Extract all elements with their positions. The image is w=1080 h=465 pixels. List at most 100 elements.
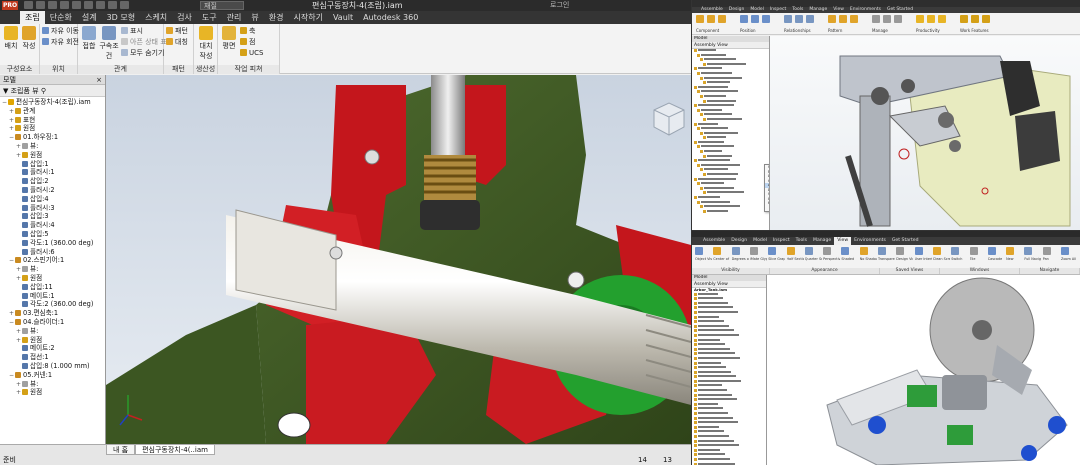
browser-node[interactable]: 각도:2 (360.00 deg) bbox=[0, 300, 105, 309]
browser-view-mode[interactable]: Assembly View bbox=[692, 42, 769, 49]
select-icon[interactable] bbox=[120, 1, 129, 9]
bom-button[interactable]: 대치 작성 bbox=[196, 26, 216, 61]
tab-manage[interactable]: Manage bbox=[810, 237, 834, 245]
tool-icon[interactable] bbox=[762, 15, 770, 23]
undo-icon[interactable] bbox=[60, 1, 69, 9]
browser-node[interactable]: 플러시:4 bbox=[0, 221, 105, 230]
home-icon[interactable] bbox=[84, 1, 93, 9]
redo-icon[interactable] bbox=[72, 1, 81, 9]
no-shadows-icon[interactable] bbox=[859, 247, 868, 255]
tab-10[interactable]: 시작하기 bbox=[288, 11, 327, 24]
joint-button[interactable]: 접합 bbox=[79, 26, 99, 51]
document-tab-1[interactable]: 편심구동장치-4(..iam bbox=[135, 445, 215, 455]
browser-view-mode[interactable]: ▼ 조립품 뷰 ⚲ bbox=[0, 85, 105, 97]
browser-node[interactable]: −04.슬라이더:1 bbox=[0, 318, 105, 327]
open-icon[interactable] bbox=[36, 1, 45, 9]
degrees-of-freedom-icon[interactable] bbox=[731, 247, 740, 255]
transparency-on-icon[interactable] bbox=[878, 247, 886, 255]
browser-node[interactable]: 삽입:5 bbox=[0, 230, 105, 239]
mirror-button[interactable]: 대칭 bbox=[166, 38, 188, 47]
browser-node[interactable]: + 표현 bbox=[0, 116, 105, 125]
search-icon[interactable]: ⚲ bbox=[41, 87, 46, 95]
constrain-button[interactable]: 구속조건 bbox=[99, 26, 119, 61]
tool-icon[interactable] bbox=[718, 15, 726, 23]
tool-icon[interactable] bbox=[982, 15, 990, 23]
tool-icon[interactable] bbox=[751, 15, 759, 23]
tab-0[interactable]: 조립 bbox=[20, 11, 45, 24]
login-button[interactable]: 로그인 bbox=[550, 0, 569, 11]
zoom-all-icon[interactable] bbox=[1061, 247, 1069, 255]
tab-environments[interactable]: Environments bbox=[851, 237, 889, 245]
tab-model[interactable]: Model bbox=[750, 237, 770, 245]
browser-node[interactable]: 각도:1 (360.00 deg) bbox=[0, 239, 105, 248]
center-of-gravity-icon[interactable] bbox=[713, 247, 722, 255]
save-icon[interactable] bbox=[48, 1, 57, 9]
browser-node[interactable]: −05.커넨:1 bbox=[0, 371, 105, 380]
free-move-button[interactable]: 자유 이동 bbox=[42, 27, 79, 36]
slice-graphics-icon[interactable] bbox=[768, 247, 777, 255]
tab-design[interactable]: Design bbox=[728, 237, 750, 245]
axis-button[interactable]: 축 bbox=[240, 27, 255, 36]
material-dropdown[interactable]: 재질 bbox=[200, 1, 244, 10]
close-icon[interactable]: × bbox=[96, 75, 102, 85]
graphics-viewport[interactable] bbox=[106, 75, 691, 444]
tool-icon[interactable] bbox=[872, 15, 880, 23]
hide-all-button[interactable]: 모두 숨기기 bbox=[121, 49, 164, 58]
browser-node[interactable]: 삽입:11 bbox=[0, 283, 105, 292]
tool-icon[interactable] bbox=[839, 15, 847, 23]
browser-node[interactable]: + 뷰: bbox=[0, 265, 105, 274]
place-button[interactable]: 배치 bbox=[1, 26, 21, 51]
tool-icon[interactable] bbox=[894, 15, 902, 23]
browser-node[interactable]: 삽입:2 bbox=[0, 177, 105, 186]
pattern-button[interactable]: 패턴 bbox=[166, 27, 188, 36]
tool-icon[interactable] bbox=[707, 15, 715, 23]
tab-8[interactable]: 뷰 bbox=[246, 11, 263, 24]
point-button[interactable]: 점 bbox=[240, 38, 255, 47]
tab-view[interactable]: View bbox=[834, 237, 852, 245]
browser-node[interactable]: 플러시:3 bbox=[0, 204, 105, 213]
browser-node[interactable]: + 뷰: bbox=[0, 142, 105, 151]
cascade-icon[interactable] bbox=[987, 247, 996, 255]
tool-icon[interactable] bbox=[806, 15, 814, 23]
browser-node[interactable]: −01.하우징:1 bbox=[0, 133, 105, 142]
tool-icon[interactable] bbox=[784, 15, 792, 23]
tab-inspect[interactable]: Inspect bbox=[770, 237, 793, 245]
new-icon[interactable] bbox=[24, 1, 33, 9]
pan-icon[interactable] bbox=[1042, 247, 1051, 255]
browser-node[interactable]: 메이트:2 bbox=[0, 344, 105, 353]
browser-node[interactable]: + 뷰: bbox=[0, 380, 105, 389]
design-view-representations-icon[interactable] bbox=[896, 247, 905, 255]
full-navigation-wheel-icon[interactable] bbox=[1024, 247, 1033, 255]
tool-icon[interactable] bbox=[938, 15, 946, 23]
browser-node[interactable]: + 원점 bbox=[0, 274, 105, 283]
quarter-section-view-icon[interactable] bbox=[804, 247, 813, 255]
tab-5[interactable]: 검사 bbox=[172, 11, 197, 24]
update-icon[interactable] bbox=[108, 1, 117, 9]
shaded-icon[interactable] bbox=[841, 247, 850, 255]
tab-assemble[interactable]: Assemble bbox=[700, 237, 728, 245]
tab-get-started[interactable]: Get Started bbox=[889, 237, 922, 245]
browser-node[interactable]: 플러시:1 bbox=[0, 168, 105, 177]
view-cube[interactable] bbox=[653, 102, 685, 136]
plane-button[interactable]: 평면 bbox=[219, 26, 239, 51]
tool-icon[interactable] bbox=[828, 15, 836, 23]
graphics-viewport[interactable] bbox=[770, 36, 1080, 230]
tool-icon[interactable] bbox=[696, 15, 704, 23]
browser-node[interactable]: 삽입:4 bbox=[0, 195, 105, 204]
perspective-icon[interactable] bbox=[823, 247, 832, 255]
tab-11[interactable]: Vault bbox=[328, 11, 358, 24]
free-rotate-button[interactable]: 자유 회전 bbox=[42, 38, 79, 47]
browser-node[interactable]: + 원점 bbox=[0, 124, 105, 133]
browser-node[interactable]: 플러시:2 bbox=[0, 186, 105, 195]
browser-node[interactable]: + 원점 bbox=[0, 151, 105, 160]
tool-icon[interactable] bbox=[795, 15, 803, 23]
return-icon[interactable] bbox=[96, 1, 105, 9]
tab-4[interactable]: 스케치 bbox=[140, 11, 172, 24]
tool-icon[interactable] bbox=[740, 15, 748, 23]
tool-icon[interactable] bbox=[960, 15, 968, 23]
filter-icon[interactable]: ▼ bbox=[3, 87, 11, 95]
object-visibility-icon[interactable] bbox=[695, 247, 703, 255]
browser-node[interactable]: + 원점 bbox=[0, 336, 105, 345]
clean-screen-icon[interactable] bbox=[932, 247, 941, 255]
tab-2[interactable]: 설계 bbox=[77, 11, 102, 24]
